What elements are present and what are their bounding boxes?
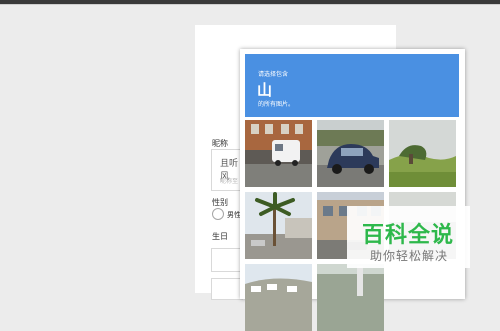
captcha-tile-3[interactable]	[389, 120, 456, 187]
birthday-field[interactable]	[211, 248, 243, 272]
gender-option-male-label: 男性	[227, 211, 241, 219]
captcha-tile-4[interactable]	[245, 192, 312, 259]
captcha-instruction-prefix: 请选择包含	[258, 71, 289, 78]
nickname-field[interactable]: 且听风 昵称至	[211, 149, 243, 191]
gender-label: 性别	[212, 198, 228, 207]
pedestrian-street-image	[317, 264, 384, 331]
street-van-image	[245, 120, 312, 187]
hillside-homes-image	[245, 264, 312, 331]
watermark-overlay: 百科全说 助你轻松解决	[347, 206, 470, 268]
nickname-label: 昵称	[212, 139, 228, 148]
captcha-tile-2[interactable]	[317, 120, 384, 187]
gender-radio-male[interactable]	[212, 208, 224, 220]
extra-field[interactable]	[211, 278, 243, 300]
captcha-tile-1[interactable]	[245, 120, 312, 187]
captcha-header: 请选择包含 山 的所有图片。	[245, 54, 459, 117]
birthday-label: 生日	[212, 232, 228, 241]
captcha-target-word: 山	[257, 81, 273, 99]
captcha-tile-7[interactable]	[245, 264, 312, 331]
grassy-hill-image	[389, 120, 456, 187]
nickname-hint: 昵称至	[220, 178, 239, 185]
window-top-strip	[0, 0, 500, 4]
captcha-instruction-suffix: 的所有图片。	[258, 101, 295, 108]
watermark-main-text: 百科全说	[362, 223, 455, 248]
blue-car-image	[317, 120, 384, 187]
watermark-sub-text: 助你轻松解决	[370, 249, 449, 263]
palm-tree-image	[245, 192, 312, 259]
captcha-tile-8[interactable]	[317, 264, 384, 331]
